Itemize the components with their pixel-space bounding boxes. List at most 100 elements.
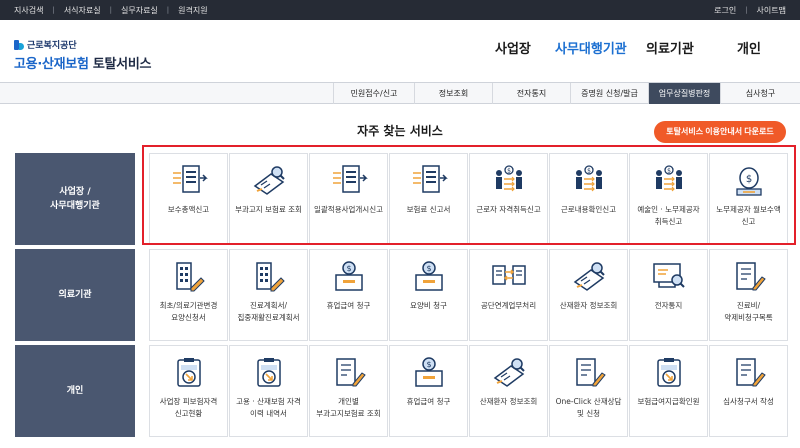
- service-item-label: One-Click 산재상담 및 신청: [555, 397, 622, 418]
- utility-separator: |: [745, 6, 748, 14]
- service-item-label: 일괄적용사업개시신고: [314, 205, 383, 214]
- service-item-label: 부과고지 보험료 조회: [235, 205, 302, 214]
- subnav-tab[interactable]: 업무상질병판정: [648, 83, 720, 104]
- list-arrows-icon: [390, 164, 467, 198]
- gnb-item[interactable]: 개인: [737, 38, 761, 57]
- utility-separator: |: [166, 6, 170, 14]
- service-item[interactable]: 산재환자 정보조회: [549, 249, 628, 341]
- document-pen-icon: [310, 356, 387, 390]
- service-item-label: 고용 · 산재보험 자격 이력 내역서: [236, 397, 301, 418]
- service-item[interactable]: 공단연계업무처리: [469, 249, 548, 341]
- svg-text:$: $: [587, 168, 591, 175]
- worker-dollar-icon: $: [470, 164, 547, 198]
- service-item[interactable]: $ 휴업급여 청구: [389, 345, 468, 437]
- monitor-search-icon: [630, 260, 707, 294]
- document-pen-icon: [550, 356, 627, 390]
- worker-dollar-icon: $: [630, 164, 707, 198]
- service-item-label: 요양비 청구: [410, 301, 447, 310]
- service-item[interactable]: 일괄적용사업개시신고: [309, 153, 388, 245]
- service-item-label: 산재환자 정보조회: [479, 397, 538, 406]
- gnb-item[interactable]: 사업장: [495, 38, 531, 57]
- subnav-tab[interactable]: 증명원 신청/발급: [570, 83, 648, 104]
- money-bag-icon: $: [710, 164, 787, 198]
- service-item[interactable]: 고용 · 산재보험 자격 이력 내역서: [229, 345, 308, 437]
- subnav-tab[interactable]: 민원접수/신고: [333, 83, 414, 104]
- service-item-label: 심사청구서 작성: [723, 397, 774, 406]
- service-item-label: 근로자 자격취득신고: [476, 205, 541, 214]
- utility-link[interactable]: 실무자료실: [121, 5, 158, 16]
- subnav-tab[interactable]: 전자통지: [492, 83, 570, 104]
- utility-link[interactable]: 원격지원: [178, 5, 207, 16]
- list-arrows-icon: [310, 164, 387, 198]
- gnb-item[interactable]: 사무대행기관: [555, 38, 627, 57]
- service-item[interactable]: 진료비/약제비청구목록: [709, 249, 788, 341]
- service-item-label: 진료계획서/집중재활진료계획서: [237, 301, 300, 322]
- utility-link[interactable]: 로그인: [714, 5, 736, 16]
- service-item[interactable]: $ 휴업급여 청구: [309, 249, 388, 341]
- coin-box-icon: $: [390, 260, 467, 294]
- service-item[interactable]: 최초/의료기관변경 요양신청서: [149, 249, 228, 341]
- utility-link[interactable]: 지사검색: [14, 5, 43, 16]
- service-item-label: 예술인 · 노무제공자 취득신고: [637, 205, 700, 226]
- utility-links-left: 지사검색 | 서식자료실 | 실무자료실 | 원격지원: [14, 0, 208, 20]
- document-pen-icon: [710, 260, 787, 294]
- utility-bar: 지사검색 | 서식자료실 | 실무자료실 | 원격지원 로그인 | 사이트맵: [0, 0, 800, 20]
- service-item[interactable]: 진료계획서/집중재활진료계획서: [229, 249, 308, 341]
- category-label-line: 의료기관: [58, 289, 92, 300]
- service-item[interactable]: $ 요양비 청구: [389, 249, 468, 341]
- building-pen-icon: [150, 260, 227, 294]
- document-pen-icon: [710, 356, 787, 390]
- svg-text:$: $: [507, 168, 511, 175]
- service-item-label: 보험료 신고서: [406, 205, 451, 214]
- service-item[interactable]: 부과고지 보험료 조회: [229, 153, 308, 245]
- svg-text:$: $: [346, 264, 351, 273]
- report-search-icon: [230, 164, 307, 198]
- service-item[interactable]: 개인별 부과고지보험료 조회: [309, 345, 388, 437]
- gnb-item[interactable]: 의료기관: [646, 38, 694, 57]
- svg-text:$: $: [426, 360, 431, 369]
- category-label: 개인: [15, 345, 135, 437]
- worker-dollar-icon: $: [550, 164, 627, 198]
- main-nav: 사업장 사무대행기관 의료기관 개인: [0, 38, 800, 62]
- service-item-label: 휴업급여 청구: [326, 301, 371, 310]
- document-exchange-icon: [470, 260, 547, 294]
- service-item[interactable]: 보험료 신고서: [389, 153, 468, 245]
- svg-text:$: $: [667, 168, 671, 175]
- building-pen-icon: [230, 260, 307, 294]
- report-search-icon: [470, 356, 547, 390]
- service-item[interactable]: 전자통지: [629, 249, 708, 341]
- list-arrows-icon: [150, 164, 227, 198]
- category-label: 의료기관: [15, 249, 135, 341]
- service-item[interactable]: 보험급여지급확인원: [629, 345, 708, 437]
- service-item[interactable]: One-Click 산재상담 및 신청: [549, 345, 628, 437]
- coin-box-icon: $: [390, 356, 467, 390]
- sub-nav: 민원접수/신고 정보조회 전자통지 증명원 신청/발급 업무상질병판정 심사청구: [0, 82, 800, 104]
- utility-link[interactable]: 서식자료실: [64, 5, 101, 16]
- utility-links-right: 로그인 | 사이트맵: [714, 0, 786, 20]
- header: 근로복지공단 고용·산재보험 토탈서비스 사업장 사무대행기관 의료기관 개인: [0, 20, 800, 82]
- service-item-label: 근로내용확인신고: [560, 205, 617, 214]
- service-item-label: 전자통지: [654, 301, 683, 310]
- clipboard-arrow-icon: [150, 356, 227, 390]
- service-item[interactable]: 심사청구서 작성: [709, 345, 788, 437]
- service-item[interactable]: 보수총액신고: [149, 153, 228, 245]
- service-item[interactable]: 사업장 피보험자격 신고현황: [149, 345, 228, 437]
- report-search-icon: [550, 260, 627, 294]
- service-item-label: 공단연계업무처리: [480, 301, 537, 310]
- svg-text:$: $: [745, 174, 751, 185]
- utility-separator: |: [52, 6, 55, 14]
- subnav-tab[interactable]: 심사청구: [720, 83, 800, 104]
- subnav-tab[interactable]: 정보조회: [414, 83, 492, 104]
- utility-link[interactable]: 사이트맵: [757, 5, 786, 16]
- service-item[interactable]: $ 노무제공자 월보수액 신고: [709, 153, 788, 245]
- guide-download-button[interactable]: 토탈서비스 이용안내서 다운로드: [654, 121, 786, 143]
- category-label: 사업장 / 사무대행기관: [15, 153, 135, 245]
- clipboard-arrow-icon: [230, 356, 307, 390]
- service-item-label: 진료비/약제비청구목록: [724, 301, 773, 322]
- service-item[interactable]: $ 근로내용확인신고: [549, 153, 628, 245]
- clipboard-arrow-icon: [630, 356, 707, 390]
- service-item[interactable]: $ 예술인 · 노무제공자 취득신고: [629, 153, 708, 245]
- service-item[interactable]: 산재환자 정보조회: [469, 345, 548, 437]
- service-item[interactable]: $ 근로자 자격취득신고: [469, 153, 548, 245]
- category-label-line: 개인: [66, 385, 84, 396]
